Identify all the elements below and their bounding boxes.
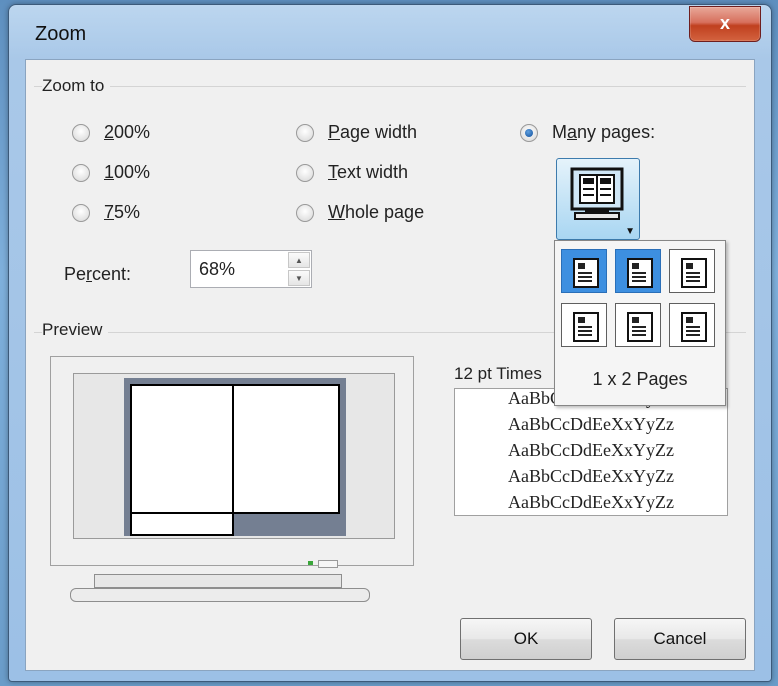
many-pages-button[interactable]: ▼ (556, 158, 640, 240)
power-button-icon (318, 560, 338, 568)
radio-text-width-indicator[interactable] (296, 163, 314, 182)
radio-200-percent[interactable]: 200% (72, 122, 150, 143)
percent-label: Percent: (64, 264, 132, 284)
cancel-button[interactable]: Cancel (614, 618, 746, 660)
radio-200-indicator[interactable] (72, 123, 90, 142)
font-label: 12 pt Times (454, 364, 542, 383)
page-icon (627, 312, 653, 342)
page-icon (573, 312, 599, 342)
radio-75-label: 75% (104, 202, 141, 222)
preview-page-3 (130, 512, 234, 536)
page-icon (573, 258, 599, 288)
zoom-to-label: Zoom to (42, 76, 111, 96)
radio-text-width[interactable]: Text width (296, 162, 408, 183)
spin-up-icon[interactable]: ▲ (288, 252, 310, 268)
radio-many-pages-indicator[interactable] (520, 123, 538, 142)
power-light-icon (308, 561, 313, 565)
sample-line: AaBbCcDdEeXxYyZz (508, 414, 674, 434)
zoom-dialog: Zoom x Zoom to 200% 100% 75% Page width … (8, 4, 772, 682)
dropdown-arrow-icon: ▼ (625, 226, 635, 237)
grid-cell-1-2[interactable] (615, 249, 661, 293)
page-icon (681, 258, 707, 288)
monitor-stand-base (70, 588, 370, 602)
grid-cell-1-1[interactable] (561, 249, 607, 293)
preview-page-1 (130, 384, 234, 514)
grid-cell-1-3[interactable] (669, 249, 715, 293)
close-icon: x (719, 13, 730, 33)
sample-line: AaBbCcDdEeXxYyZz (508, 440, 674, 460)
radio-whole-page-indicator[interactable] (296, 203, 314, 222)
monitor-stand-neck (94, 574, 342, 588)
grid-cell-2-2[interactable] (615, 303, 661, 347)
pages-grid-popup: 1 x 2 Pages (554, 240, 726, 406)
font-sample: AaBbCcDdEeXxYyZz AaBbCcDdEeXxYyZz AaBbCc… (454, 388, 728, 516)
pages-grid-label: 1 x 2 Pages (592, 369, 688, 389)
monitor-frame (73, 373, 395, 539)
title-bar: Zoom x (9, 5, 771, 63)
radio-many-pages[interactable]: Many pages: (520, 122, 655, 143)
zoom-to-divider (34, 86, 746, 87)
sample-line: AaBbCcDdEeXxYyZz (508, 492, 674, 512)
grid-cell-2-1[interactable] (561, 303, 607, 347)
preview-monitor (50, 356, 414, 566)
preview-label: Preview (42, 320, 109, 340)
percent-spinbox[interactable]: 68% ▲ ▼ (190, 250, 312, 288)
preview-page-2 (232, 384, 340, 514)
radio-whole-page-label: Whole page (328, 202, 425, 222)
ok-button[interactable]: OK (460, 618, 592, 660)
spin-down-icon[interactable]: ▼ (288, 270, 310, 286)
radio-text-width-label: Text width (328, 162, 409, 182)
radio-100-percent[interactable]: 100% (72, 162, 150, 183)
radio-200-label: 200% (104, 122, 151, 142)
percent-spin-buttons: ▲ ▼ (288, 252, 310, 286)
multiple-pages-icon (570, 167, 624, 220)
radio-75-percent[interactable]: 75% (72, 202, 140, 223)
page-icon (627, 258, 653, 288)
grid-cell-2-3[interactable] (669, 303, 715, 347)
radio-page-width-label: Page width (328, 122, 418, 142)
radio-100-label: 100% (104, 162, 151, 182)
radio-whole-page[interactable]: Whole page (296, 202, 424, 223)
radio-page-width-indicator[interactable] (296, 123, 314, 142)
close-button[interactable]: x (689, 6, 761, 42)
radio-many-pages-label: Many pages: (552, 122, 656, 142)
page-icon (681, 312, 707, 342)
dialog-body: Zoom to 200% 100% 75% Page width Text wi… (25, 59, 755, 671)
monitor-screen (124, 378, 346, 536)
percent-value[interactable]: 68% (199, 259, 235, 280)
sample-line: AaBbCcDdEeXxYyZz (508, 466, 674, 486)
radio-page-width[interactable]: Page width (296, 122, 417, 143)
radio-75-indicator[interactable] (72, 203, 90, 222)
window-title: Zoom (35, 23, 87, 45)
radio-100-indicator[interactable] (72, 163, 90, 182)
